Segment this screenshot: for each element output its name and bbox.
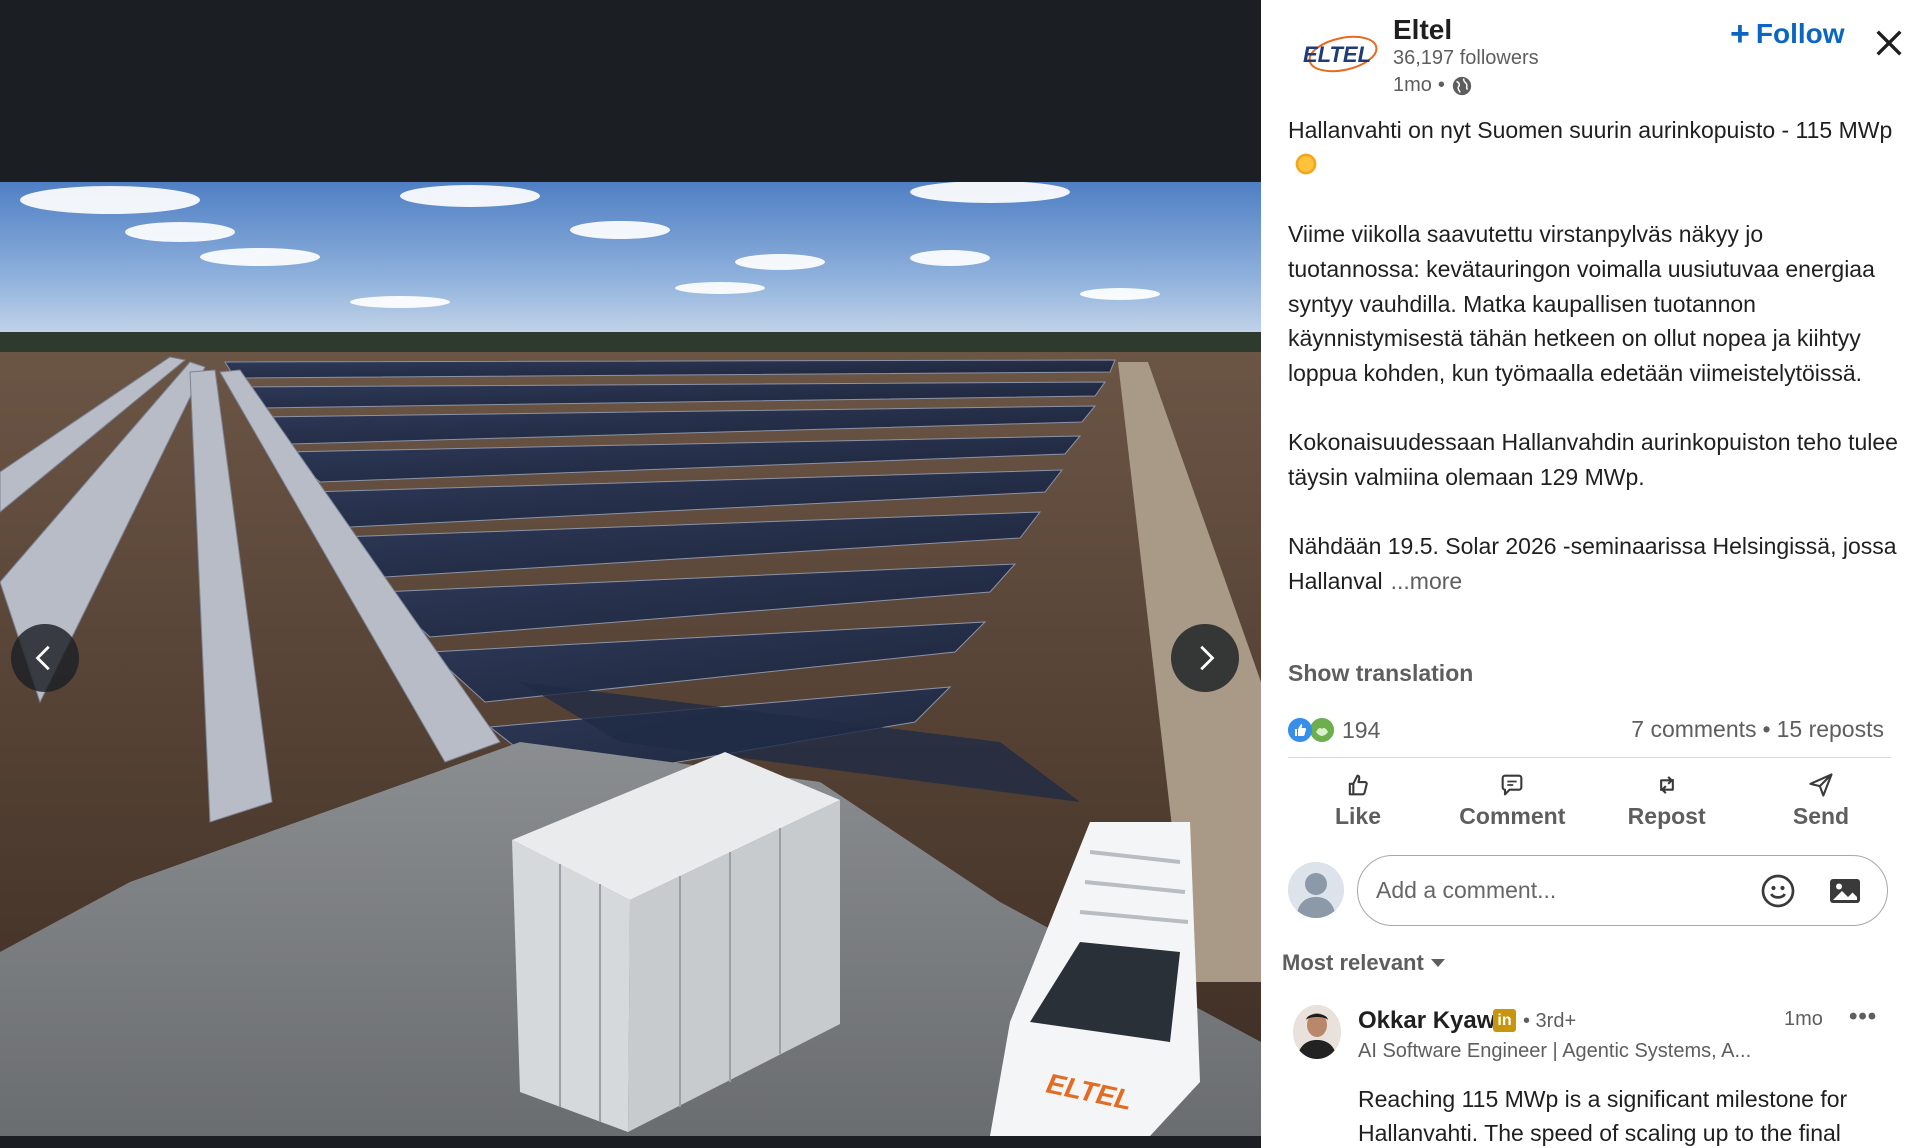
- image-icon[interactable]: [1827, 873, 1863, 909]
- connection-degree: • 3rd+: [1523, 1010, 1577, 1032]
- comment-options-button[interactable]: •••: [1849, 1003, 1877, 1031]
- comment-box[interactable]: [1357, 855, 1888, 926]
- send-button[interactable]: Send: [1751, 765, 1891, 835]
- globe-icon: [1452, 76, 1472, 95]
- divider: [1288, 757, 1891, 758]
- counts-separator: •: [1762, 716, 1771, 742]
- send-icon: [1809, 772, 1833, 797]
- comment-label: Comment: [1459, 802, 1566, 829]
- send-label: Send: [1792, 802, 1850, 829]
- media-viewer: ELTEL: [0, 0, 1261, 1148]
- show-translation-link[interactable]: Show translation: [1288, 660, 1473, 687]
- follow-button[interactable]: + Follow: [1730, 15, 1845, 53]
- post-paragraph-3: Kokonaisuudessaan Hallanvahdin aurinkopu…: [1288, 429, 1898, 490]
- follower-count: 36,197 followers: [1393, 47, 1539, 69]
- emoji-icon[interactable]: [1760, 873, 1796, 909]
- post-paragraph-2: Viime viikolla saavutettu virstanpylväs …: [1288, 221, 1875, 386]
- sun-emoji-icon: [1294, 151, 1318, 176]
- solar-park-photo: ELTEL: [0, 182, 1261, 1136]
- social-action-bar: Like Comment Repost Send: [1288, 765, 1891, 835]
- comment-icon: [1501, 774, 1523, 795]
- previous-image-button[interactable]: [11, 624, 79, 692]
- repost-button[interactable]: Repost: [1597, 765, 1737, 835]
- person-silhouette-icon: [1288, 862, 1344, 918]
- meta-separator: •: [1437, 74, 1445, 96]
- like-label: Like: [1334, 802, 1382, 829]
- current-user-avatar[interactable]: [1288, 862, 1344, 918]
- post-paragraph-4: Nähdään 19.5. Solar 2026 -seminaarissa H…: [1288, 529, 1898, 598]
- caret-down-icon: [1430, 959, 1445, 967]
- sort-label: Most relevant: [1282, 950, 1424, 975]
- post-time: 1mo: [1393, 74, 1432, 96]
- comment-time: 1mo: [1784, 1008, 1823, 1030]
- commenter-headline: AI Software Engineer | Agentic Systems, …: [1358, 1040, 1752, 1062]
- chevron-left-icon: [35, 645, 50, 671]
- social-counts: 7 comments • 15 reposts: [1631, 716, 1884, 743]
- follow-label: Follow: [1755, 18, 1845, 49]
- comments-count-link[interactable]: 7 comments: [1631, 716, 1756, 743]
- like-button[interactable]: Like: [1288, 765, 1428, 835]
- commenter-photo: [1293, 1005, 1341, 1059]
- post-body: Hallanvahti on nyt Suomen suurin aurinko…: [1288, 113, 1898, 599]
- post-headline: Hallanvahti on nyt Suomen suurin aurinko…: [1288, 117, 1893, 143]
- commenter-name[interactable]: Okkar Kyaw: [1358, 1007, 1495, 1035]
- post-meta: 1mo •: [1393, 74, 1473, 97]
- post-truncated-text: Nähdään 19.5. Solar 2026 -seminaarissa H…: [1288, 533, 1897, 595]
- thumbs-up-icon: [1348, 774, 1368, 795]
- next-image-button[interactable]: [1171, 624, 1239, 692]
- post-paragraph-1: Hallanvahti on nyt Suomen suurin aurinko…: [1288, 113, 1898, 182]
- commenter-avatar[interactable]: [1293, 1005, 1341, 1059]
- see-more-link[interactable]: ...more: [1391, 568, 1463, 594]
- reactions-summary[interactable]: 194: [1288, 716, 1380, 744]
- chevron-right-icon: [1200, 645, 1215, 671]
- comment-button[interactable]: Comment: [1442, 765, 1582, 835]
- support-reaction-icon: [1308, 716, 1336, 744]
- comment-text: Reaching 115 MWp is a significant milest…: [1358, 1086, 1848, 1146]
- reaction-count: 194: [1342, 716, 1381, 743]
- company-name[interactable]: Eltel: [1393, 14, 1452, 46]
- reposts-count-link[interactable]: 15 reposts: [1777, 716, 1884, 743]
- like-reaction-icon: [1288, 718, 1312, 742]
- repost-icon: [1659, 775, 1674, 794]
- plus-icon: +: [1730, 15, 1750, 53]
- post-detail-panel: ELTEL Eltel 36,197 followers 1mo • + Fol…: [1261, 0, 1920, 1148]
- company-logo-text: ELTEL: [1303, 42, 1371, 67]
- comment-input[interactable]: [1376, 877, 1756, 904]
- linkedin-premium-icon: in: [1493, 1009, 1516, 1032]
- comment-sort-dropdown[interactable]: Most relevant: [1282, 950, 1446, 976]
- company-logo[interactable]: ELTEL: [1297, 28, 1381, 82]
- close-icon[interactable]: [1872, 26, 1906, 60]
- repost-label: Repost: [1627, 802, 1706, 829]
